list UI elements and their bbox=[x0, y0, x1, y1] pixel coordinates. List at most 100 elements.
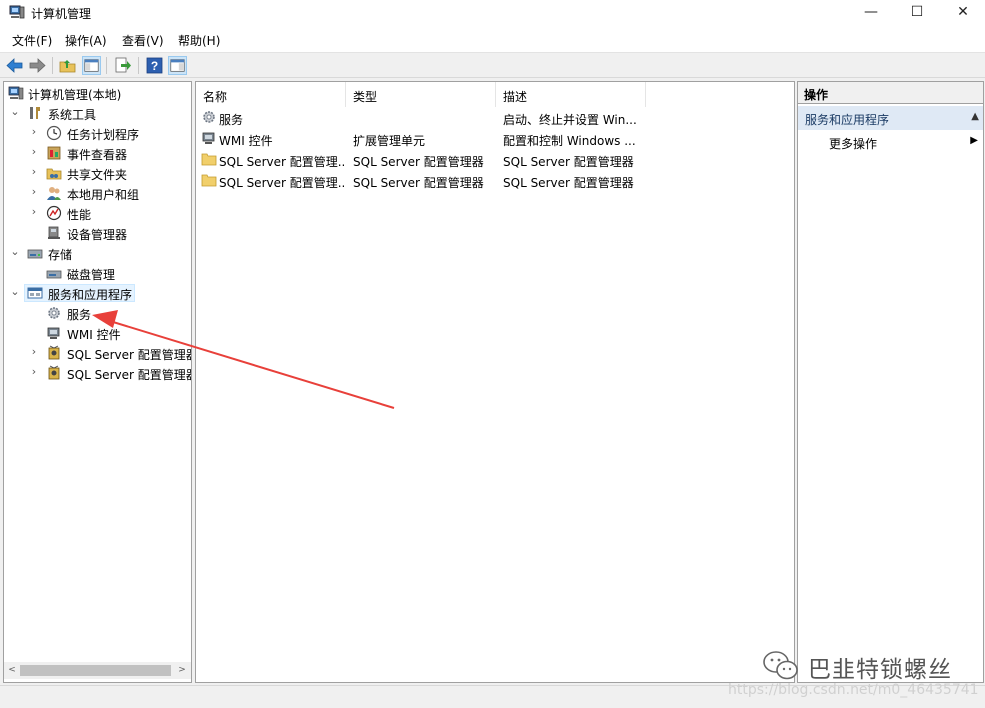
up-folder-icon[interactable] bbox=[58, 56, 77, 75]
expand-icon[interactable]: › bbox=[29, 186, 39, 198]
tree-label: 任务计划程序 bbox=[67, 128, 140, 142]
column-header-name[interactable]: 名称 bbox=[196, 82, 346, 107]
sql-server-icon bbox=[48, 365, 60, 380]
tree-item-system-tools[interactable]: ⌄ 系统工具 bbox=[4, 103, 191, 123]
back-icon[interactable] bbox=[5, 56, 24, 75]
tree-label: SQL Server 配置管理器 bbox=[67, 348, 192, 362]
disk-management-icon bbox=[46, 270, 62, 279]
cell-description: SQL Server 配置管理器 bbox=[503, 155, 634, 169]
actions-section-services-and-applications[interactable]: 服务和应用程序 ▲ bbox=[798, 106, 983, 130]
collapse-section-icon[interactable]: ▲ bbox=[971, 111, 979, 122]
tree-label: 设备管理器 bbox=[67, 228, 128, 242]
expand-icon[interactable]: › bbox=[29, 146, 39, 158]
shared-folder-icon bbox=[46, 168, 62, 180]
tree-item-wmi-control[interactable]: WMI 控件 bbox=[4, 323, 191, 343]
services-and-applications-icon bbox=[27, 287, 43, 299]
svg-text:?: ? bbox=[151, 59, 158, 73]
cell-type: SQL Server 配置管理器 bbox=[353, 176, 484, 190]
cell-type: 扩展管理单元 bbox=[353, 134, 426, 148]
menu-action[interactable]: 操作(A) bbox=[65, 32, 107, 49]
submenu-arrow-icon: ▶ bbox=[970, 135, 978, 146]
gear-icon bbox=[203, 111, 215, 123]
export-list-icon[interactable] bbox=[113, 56, 132, 75]
tree-item-services-and-applications[interactable]: ⌄ 服务和应用程序 bbox=[4, 283, 191, 303]
expand-icon[interactable]: › bbox=[29, 126, 39, 138]
folder-icon bbox=[201, 153, 217, 166]
list-item[interactable]: WMI 控件 扩展管理单元 配置和控制 Windows ... bbox=[196, 128, 794, 149]
tree-item-event-viewer[interactable]: › 事件查看器 bbox=[4, 143, 191, 163]
collapse-icon[interactable]: ⌄ bbox=[10, 286, 20, 298]
wmi-control-icon bbox=[47, 327, 60, 339]
tree-item-task-scheduler[interactable]: › 任务计划程序 bbox=[4, 123, 191, 143]
column-header-type[interactable]: 类型 bbox=[346, 82, 496, 107]
tree-item-device-manager[interactable]: 设备管理器 bbox=[4, 223, 191, 243]
column-header-description[interactable]: 描述 bbox=[496, 82, 646, 107]
scroll-left-icon[interactable]: < bbox=[5, 663, 19, 678]
sql-server-icon bbox=[48, 345, 60, 360]
toolbar-separator bbox=[138, 57, 139, 74]
cell-type: SQL Server 配置管理器 bbox=[353, 155, 484, 169]
window-title: 计算机管理 bbox=[31, 7, 92, 21]
cell-name: SQL Server 配置管理... bbox=[219, 176, 344, 190]
minimize-button[interactable]: — bbox=[848, 0, 894, 26]
scrollbar-thumb[interactable] bbox=[20, 665, 171, 676]
tree-item-root[interactable]: 计算机管理(本地) bbox=[4, 83, 191, 103]
collapse-icon[interactable]: ⌄ bbox=[10, 246, 20, 258]
gear-icon bbox=[48, 307, 60, 319]
actions-pane: 操作 服务和应用程序 ▲ 更多操作 ▶ bbox=[797, 81, 984, 683]
watermark-author: 巴韭特锁螺丝 bbox=[808, 657, 952, 683]
tree-label: 共享文件夹 bbox=[67, 168, 128, 182]
wmi-control-icon bbox=[202, 132, 215, 144]
tree-label: 服务 bbox=[67, 308, 92, 322]
cell-description: 启动、终止并设置 Win... bbox=[503, 113, 637, 127]
show-hide-tree-icon[interactable] bbox=[82, 56, 101, 75]
scroll-right-icon[interactable]: > bbox=[175, 663, 189, 678]
computer-management-icon bbox=[9, 5, 25, 19]
tree-item-services[interactable]: 服务 bbox=[4, 303, 191, 323]
expand-icon[interactable]: › bbox=[29, 366, 39, 378]
list-item[interactable]: SQL Server 配置管理... SQL Server 配置管理器 SQL … bbox=[196, 170, 794, 191]
toolbar-separator bbox=[106, 57, 107, 74]
tree-label: SQL Server 配置管理器 bbox=[67, 368, 192, 382]
tree-item-storage[interactable]: ⌄ 存储 bbox=[4, 243, 191, 263]
tree-label: 事件查看器 bbox=[67, 148, 128, 162]
collapse-icon[interactable]: ⌄ bbox=[10, 106, 20, 118]
menu-bar: 文件(F) 操作(A) 查看(V) 帮助(H) bbox=[0, 28, 985, 50]
tree-item-sql-server-config-1[interactable]: › SQL Server 配置管理器 bbox=[4, 343, 192, 363]
console-tree: 计算机管理(本地) ⌄ 系统工具 › 任务计划程序 › 事件查看器 › 共享文件… bbox=[3, 81, 192, 683]
tree-horizontal-scrollbar[interactable]: < > bbox=[4, 662, 191, 679]
expand-icon[interactable]: › bbox=[29, 206, 39, 218]
toolbar: ? bbox=[0, 52, 985, 78]
help-icon[interactable]: ? bbox=[145, 56, 164, 75]
more-actions-item[interactable]: 更多操作 ▶ bbox=[798, 132, 983, 152]
system-tools-icon bbox=[30, 107, 40, 119]
event-viewer-icon bbox=[47, 146, 61, 160]
menu-help[interactable]: 帮助(H) bbox=[178, 32, 220, 49]
more-actions-label: 更多操作 bbox=[829, 137, 878, 151]
tree-item-disk-management[interactable]: 磁盘管理 bbox=[4, 263, 191, 283]
tree-item-local-users-groups[interactable]: › 本地用户和组 bbox=[4, 183, 191, 203]
show-hide-action-pane-icon[interactable] bbox=[168, 56, 187, 75]
expand-icon[interactable]: › bbox=[29, 166, 39, 178]
cell-name: 服务 bbox=[219, 113, 244, 127]
tree-label: 本地用户和组 bbox=[67, 188, 140, 202]
list-item[interactable]: SQL Server 配置管理... SQL Server 配置管理器 SQL … bbox=[196, 149, 794, 170]
tree-label: 磁盘管理 bbox=[67, 268, 116, 282]
results-list: 名称 类型 描述 服务 启动、终止并设置 Win... WMI 控件 扩展管理单… bbox=[195, 81, 795, 683]
actions-section-label: 服务和应用程序 bbox=[805, 113, 890, 127]
cell-description: SQL Server 配置管理器 bbox=[503, 176, 634, 190]
cell-name: SQL Server 配置管理... bbox=[219, 155, 344, 169]
tree-item-performance[interactable]: › 性能 bbox=[4, 203, 191, 223]
device-manager-icon bbox=[48, 226, 60, 239]
forward-icon[interactable] bbox=[28, 56, 47, 75]
menu-file[interactable]: 文件(F) bbox=[12, 32, 52, 49]
tree-label: 服务和应用程序 bbox=[48, 288, 133, 302]
list-item[interactable]: 服务 启动、终止并设置 Win... bbox=[196, 107, 794, 128]
maximize-button[interactable]: ☐ bbox=[894, 0, 940, 26]
expand-icon[interactable]: › bbox=[29, 346, 39, 358]
tree-item-sql-server-config-2[interactable]: › SQL Server 配置管理器 bbox=[4, 363, 192, 383]
tree-label: WMI 控件 bbox=[67, 328, 121, 342]
close-button[interactable]: ✕ bbox=[940, 0, 985, 26]
menu-view[interactable]: 查看(V) bbox=[122, 32, 164, 49]
tree-item-shared-folders[interactable]: › 共享文件夹 bbox=[4, 163, 191, 183]
